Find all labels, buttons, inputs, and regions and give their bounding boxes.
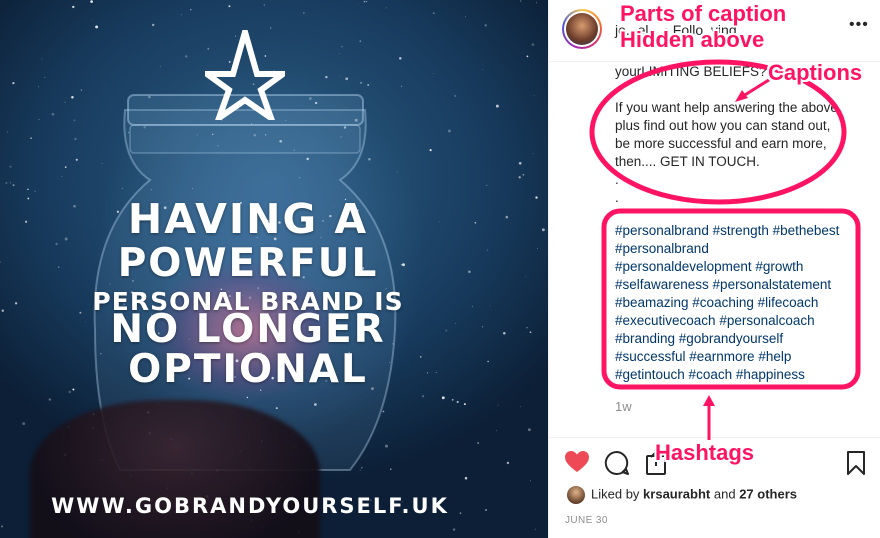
annotation-parts-of-caption: Parts of caption (620, 1, 787, 26)
hashtag-line[interactable]: #beamazing #coaching #lifecoach (615, 294, 865, 312)
hashtag-line[interactable]: #successful #earnmore #help (615, 348, 865, 366)
avatar[interactable] (562, 9, 602, 49)
avatar-photo (566, 13, 598, 45)
hashtags[interactable]: #personalbrand #strength #bethebest #per… (615, 222, 865, 384)
liker-username[interactable]: krsaurabht (643, 486, 710, 501)
headline-line-5: OPTIONAL (128, 347, 368, 392)
more-horizontal-icon[interactable]: ••• (849, 16, 869, 34)
post-date: JUNE 30 (565, 515, 608, 526)
caption-paragraph-line: If you want help answering the above, (615, 100, 842, 115)
hashtag-line[interactable]: #personaldevelopment #growth (615, 258, 865, 276)
hashtag-line[interactable]: #getintouch #coach #happiness (615, 366, 865, 384)
website-url: WWW.GOBRANDYOURSELF.UK (51, 494, 449, 518)
likes-middle: and (713, 486, 736, 502)
likes-summary[interactable]: Liked by krsaurabht and 27 others (567, 486, 797, 504)
annotation-captions: Captions (768, 60, 863, 85)
heart-icon[interactable] (564, 450, 590, 474)
caption-dot: . (615, 172, 619, 187)
annotation-hidden-above: Hidden above (620, 27, 765, 52)
annotation-hashtags: Hashtags (655, 440, 755, 465)
hashtag-line[interactable]: #executivecoach #personalcoach (615, 312, 865, 330)
headline-line-1: HAVING A (127, 195, 369, 243)
caption-paragraph-line: then.... GET IN TOUCH. (615, 154, 760, 169)
headline-line-2: POWERFUL (117, 241, 379, 286)
likes-count[interactable]: 27 others (739, 486, 797, 501)
hashtag-line[interactable]: #branding #gobrandyourself (615, 330, 865, 348)
hashtag-line[interactable]: #selfawareness #personalstatement (615, 276, 865, 294)
star-icon (205, 30, 285, 120)
likes-prefix: Liked by (591, 486, 640, 502)
liker-avatar[interactable] (567, 486, 585, 504)
headline-line-4: NO LONGER (110, 307, 386, 352)
bookmark-icon[interactable] (846, 450, 866, 476)
caption-dot: . (615, 190, 619, 205)
comment-icon[interactable] (604, 450, 630, 476)
time-ago[interactable]: 1w (615, 399, 632, 414)
caption-paragraph-line: plus find out how you can stand out, (615, 118, 831, 133)
hashtag-line[interactable]: #personalbrand (615, 240, 865, 258)
post-image[interactable]: HAVING A POWERFUL PERSONAL BRAND IS NO L… (0, 0, 548, 538)
hashtag-line[interactable]: #personalbrand #strength #bethebest (615, 222, 865, 240)
caption-paragraph-line: be more successful and earn more, (615, 136, 827, 151)
